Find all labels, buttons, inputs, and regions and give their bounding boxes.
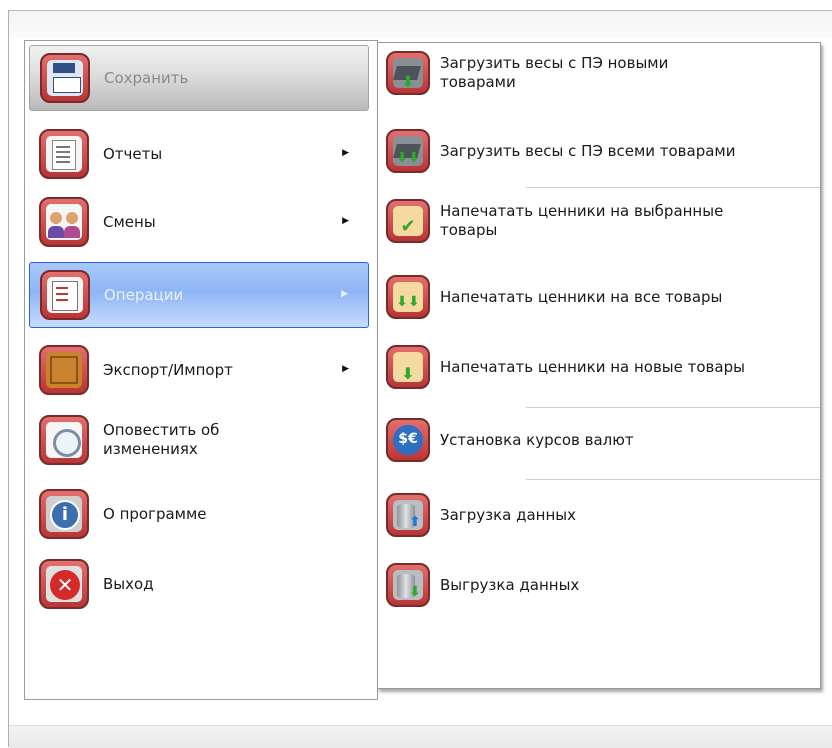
submenu-item-load-data[interactable]: ⬆ Загрузка данных — [386, 493, 814, 537]
separator — [526, 187, 820, 188]
main-menu-panel: Сохранить Отчеты ▶ Смены ▶ Операции ▶ Эк… — [24, 40, 378, 700]
menu-item-label: О программе — [103, 504, 207, 523]
menu-item-label: Экспорт/Импорт — [103, 360, 233, 379]
users-shift-icon — [39, 197, 89, 247]
separator — [526, 407, 820, 408]
clipboard-edit-icon — [40, 270, 90, 320]
menu-item-label: Смены — [103, 212, 156, 231]
submenu-item-label: Установка курсов валют — [440, 430, 634, 449]
submenu-item-label: Напечатать ценники на все товары — [440, 287, 723, 306]
menu-item-label: Оповестить об изменениях — [103, 421, 220, 458]
menu-item-shifts[interactable]: Смены ▶ — [29, 189, 369, 255]
submenu-item-label: Выгрузка данных — [440, 575, 580, 594]
price-tag-selected-icon: ✔ — [386, 199, 430, 243]
database-upload-icon: ⬆ — [386, 493, 430, 537]
submenu-item-load-scales-new[interactable]: ⬇ Загрузить весы с ПЭ новыми товарами — [386, 51, 814, 95]
submenu-arrow-icon: ▶ — [342, 148, 349, 158]
submenu-arrow-icon: ▶ — [341, 289, 348, 299]
menu-item-export-import[interactable]: Экспорт/Импорт ▶ — [29, 337, 369, 403]
menu-item-reports[interactable]: Отчеты ▶ — [29, 121, 369, 187]
alarm-clock-icon — [39, 415, 89, 465]
floppy-disk-icon — [40, 53, 90, 103]
status-bar — [9, 725, 832, 748]
price-tag-new-icon: ⬇ — [386, 345, 430, 389]
separator — [526, 479, 820, 480]
menu-item-operations[interactable]: Операции ▶ — [29, 262, 369, 328]
submenu-arrow-icon: ▶ — [342, 216, 349, 226]
submenu-item-label: Напечатать ценники на новые товары — [440, 357, 745, 376]
submenu-item-print-tags-new[interactable]: ⬇ Напечатать ценники на новые товары — [386, 345, 814, 389]
submenu-item-unload-data[interactable]: ⬇ Выгрузка данных — [386, 563, 814, 607]
submenu-item-print-tags-all[interactable]: ⬇⬇ Напечатать ценники на все товары — [386, 275, 814, 319]
submenu-item-print-tags-selected[interactable]: ✔ Напечатать ценники на выбранные товары — [386, 199, 814, 243]
box-icon — [39, 345, 89, 395]
submenu-arrow-icon: ▶ — [342, 364, 349, 374]
submenu-item-label: Загрузить весы с ПЭ новыми товарами — [440, 54, 669, 91]
menu-item-label: Операции — [104, 285, 184, 304]
price-tag-all-icon: ⬇⬇ — [386, 275, 430, 319]
submenu-item-label: Загрузка данных — [440, 505, 576, 524]
menu-item-save[interactable]: Сохранить — [29, 45, 369, 111]
exit-icon: ✕ — [39, 559, 89, 609]
submenu-item-load-scales-all[interactable]: ⬇⬇ Загрузить весы с ПЭ всеми товарами — [386, 129, 814, 173]
info-icon: i — [39, 489, 89, 539]
database-download-icon: ⬇ — [386, 563, 430, 607]
menu-item-exit[interactable]: ✕ Выход — [29, 551, 369, 617]
submenu-item-currency-rates[interactable]: $€ Установка курсов валют — [386, 418, 814, 462]
menu-item-label: Выход — [103, 574, 154, 593]
operations-submenu: ⬇ Загрузить весы с ПЭ новыми товарами ⬇⬇… — [377, 42, 821, 689]
scale-upload-new-icon: ⬇ — [386, 51, 430, 95]
currency-icon: $€ — [386, 418, 430, 462]
submenu-item-label: Загрузить весы с ПЭ всеми товарами — [440, 141, 736, 160]
menu-item-notify-changes[interactable]: Оповестить об изменениях — [29, 407, 369, 473]
window-top-area — [8, 10, 832, 39]
window-left-border — [8, 10, 9, 747]
menu-item-label: Отчеты — [103, 144, 163, 163]
menu-item-label: Сохранить — [104, 68, 189, 87]
documents-icon — [39, 129, 89, 179]
scale-upload-all-icon: ⬇⬇ — [386, 129, 430, 173]
menu-item-about[interactable]: i О программе — [29, 481, 369, 547]
submenu-item-label: Напечатать ценники на выбранные товары — [440, 202, 724, 239]
